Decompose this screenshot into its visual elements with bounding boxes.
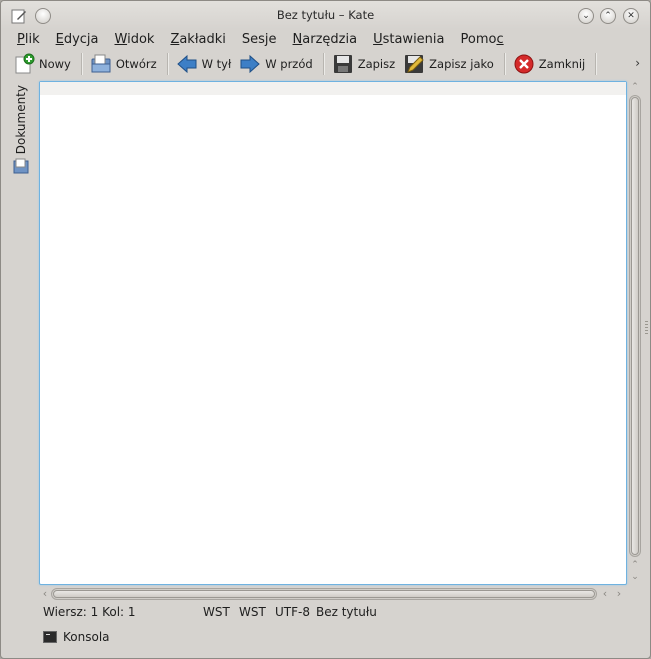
menu-narzedzia-mnemonic: N	[292, 31, 303, 47]
encoding-indicator[interactable]: UTF-8	[275, 605, 310, 619]
menu-ustawienia-mnemonic: U	[373, 31, 383, 47]
save-button-label: Zapisz	[357, 57, 396, 71]
back-button-label: W tył	[201, 57, 232, 71]
back-button[interactable]: W tył	[174, 51, 238, 77]
save-as-button[interactable]: Zapisz jako	[401, 51, 500, 77]
menu-narzedzia[interactable]: Narzędzia	[285, 32, 366, 47]
scroll-left-arrow-icon[interactable]: ‹	[599, 587, 611, 601]
left-side-dock: Dokumenty	[7, 81, 35, 181]
window-title: Bez tytułu – Kate	[276, 8, 375, 22]
documents-icon	[13, 158, 29, 177]
cursor-position[interactable]: Wiersz: 1 Kol: 1	[43, 605, 136, 619]
new-document-icon	[13, 53, 35, 75]
close-document-button-label: Zamknij	[538, 57, 586, 71]
menu-zakladki-rest: akładki	[179, 31, 226, 47]
scroll-left-arrow-icon[interactable]: ‹	[39, 587, 51, 601]
toolbar-separator	[80, 53, 82, 75]
scroll-down-arrow-icon[interactable]: ⌄	[629, 571, 641, 583]
maximize-button[interactable]: ⌃	[600, 8, 616, 24]
floppy-disk-icon	[332, 53, 354, 75]
menu-sesje-label: Sesje	[241, 31, 277, 47]
menu-widok-mnemonic: W	[114, 31, 128, 47]
horizontal-scroll-thumb[interactable]	[53, 590, 595, 598]
documents-tab[interactable]: Dokumenty	[9, 81, 33, 179]
menu-bar: Plik Edycja Widok Zakładki Sesje Narzędz…	[1, 28, 650, 50]
horizontal-scrollbar[interactable]: ‹ ‹ ›	[39, 586, 627, 602]
open-button[interactable]: Otwórz	[88, 51, 163, 77]
toolbar-separator	[322, 53, 324, 75]
close-window-button[interactable]: ✕	[623, 8, 639, 24]
menu-ustawienia-rest: stawienia	[382, 31, 445, 47]
menu-plik-rest: lik	[24, 31, 40, 47]
menu-narzedzia-rest: arzędzia	[302, 31, 358, 47]
menu-pomoc[interactable]: Pomoc	[453, 32, 512, 47]
new-button-label: Nowy	[39, 57, 71, 71]
arrow-left-icon	[176, 53, 198, 75]
chevron-down-icon: ⌄	[582, 10, 590, 21]
menu-zakladki-mnemonic: Z	[170, 31, 180, 47]
menu-plik[interactable]: Plik	[9, 32, 48, 47]
scroll-up-arrow-icon[interactable]: ⌃	[629, 559, 641, 571]
open-button-label: Otwórz	[115, 57, 157, 71]
vertical-scrollbar[interactable]: ⌃ ⌃ ⌄	[627, 81, 643, 585]
status-bar: Wiersz: 1 Kol: 1 WST WST UTF-8 Bez tytuł…	[43, 605, 623, 621]
menu-widok[interactable]: Widok	[107, 32, 163, 47]
save-button[interactable]: Zapisz	[330, 51, 401, 77]
chevron-up-icon: ⌃	[604, 10, 612, 21]
close-icon: ✕	[627, 10, 635, 21]
menu-edycja[interactable]: Edycja	[48, 32, 107, 47]
editor-top-strip	[40, 82, 626, 95]
title-bar[interactable]: Bez tytułu – Kate ⌄ ⌃ ✕	[1, 1, 650, 29]
main-toolbar: Nowy Otwórz W tył W przód Zapisz Zapisz …	[1, 50, 650, 78]
text-editor-area[interactable]	[39, 81, 627, 585]
folder-open-icon	[90, 53, 112, 75]
horizontal-scroll-track[interactable]	[51, 588, 597, 600]
toolbar-separator	[503, 53, 505, 75]
forward-button[interactable]: W przód	[237, 51, 318, 77]
new-button[interactable]: Nowy	[11, 51, 77, 77]
menu-sesje[interactable]: Sesje	[234, 32, 285, 47]
vertical-scroll-track[interactable]	[629, 95, 641, 557]
close-document-button[interactable]: Zamknij	[511, 51, 591, 77]
toolbar-separator	[166, 53, 168, 75]
menu-pomoc-mnemonic: c	[496, 31, 504, 47]
scroll-right-arrow-icon[interactable]: ›	[613, 587, 625, 601]
menu-ustawienia[interactable]: Ustawienia	[365, 32, 452, 47]
vertical-scroll-thumb[interactable]	[631, 97, 639, 555]
resize-handle[interactable]	[645, 321, 648, 335]
save-as-button-label: Zapisz jako	[429, 57, 494, 71]
scroll-up-arrow-icon[interactable]: ⌃	[629, 81, 641, 93]
toolbar-separator	[595, 53, 597, 75]
menu-zakladki[interactable]: Zakładki	[162, 32, 233, 47]
insert-mode-indicator[interactable]: WST	[203, 605, 230, 619]
menu-pomoc-pre: Pomo	[460, 31, 497, 47]
menu-edycja-mnemonic: E	[55, 31, 64, 47]
console-tab-label: Konsola	[63, 630, 110, 644]
toolbar-overflow-button[interactable]: ›	[635, 56, 640, 70]
menu-widok-rest: idok	[127, 31, 155, 47]
menu-plik-mnemonic: P	[17, 31, 25, 47]
kate-window: Bez tytułu – Kate ⌄ ⌃ ✕ Plik Edycja Wido…	[0, 0, 651, 659]
menu-edycja-rest: dycja	[63, 31, 99, 47]
selection-mode-indicator[interactable]: WST	[239, 605, 266, 619]
terminal-icon	[43, 631, 57, 643]
close-circle-icon	[513, 53, 535, 75]
minimize-button[interactable]: ⌄	[578, 8, 594, 24]
save-as-icon	[403, 53, 425, 75]
arrow-right-icon	[239, 53, 261, 75]
documents-tab-label: Dokumenty	[14, 85, 28, 155]
document-name: Bez tytułu	[316, 605, 377, 619]
console-tab[interactable]: Konsola	[43, 627, 110, 647]
forward-button-label: W przód	[265, 57, 313, 71]
